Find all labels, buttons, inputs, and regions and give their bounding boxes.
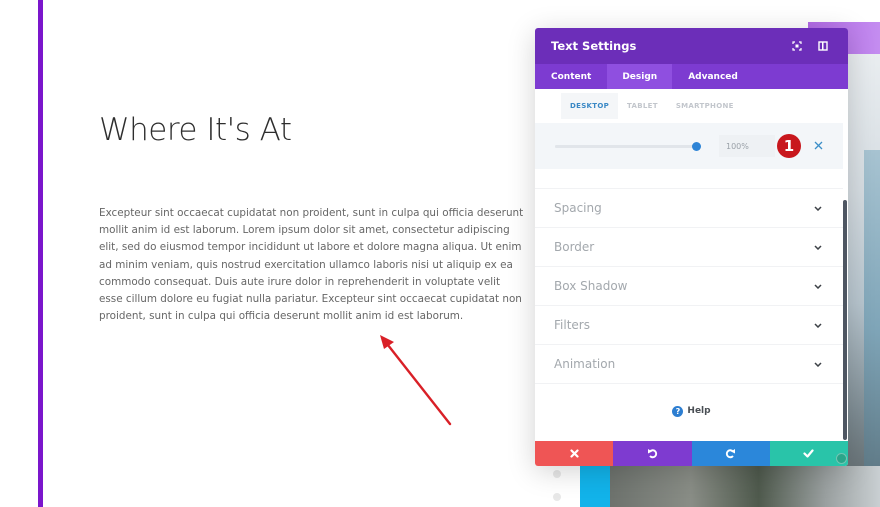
section-label: Border [554, 240, 595, 254]
spacer [535, 169, 843, 189]
device-tabs: DESKTOP TABLET SMARTPHONE [535, 89, 848, 123]
section-filters[interactable]: Filters [535, 306, 843, 345]
panel-footer [535, 441, 848, 466]
opacity-setting-row: 1 [535, 123, 843, 169]
page-title: Where It's At [99, 112, 292, 148]
chevron-down-icon [813, 360, 823, 368]
background-cyan-block [580, 466, 610, 507]
discard-button[interactable] [535, 441, 614, 466]
section-label: Spacing [554, 201, 602, 215]
panel-scrollbar[interactable] [843, 200, 847, 440]
tab-content[interactable]: Content [535, 64, 607, 89]
reset-icon[interactable] [811, 138, 825, 152]
panel-tabs: Content Design Advanced [535, 64, 848, 89]
text-settings-panel: Text Settings Content Design Advanced DE… [535, 28, 848, 466]
help-label: Help [687, 406, 711, 416]
check-icon [803, 449, 814, 458]
page-canvas: Where It's At Excepteur sint occaecat cu… [0, 0, 880, 507]
range-value-input[interactable] [719, 135, 775, 157]
section-label: Animation [554, 357, 616, 371]
close-icon [570, 449, 579, 458]
tab-design[interactable]: Design [607, 64, 673, 89]
section-animation[interactable]: Animation [535, 345, 843, 384]
range-slider[interactable] [555, 142, 701, 151]
background-tower-image [864, 150, 880, 507]
sidebar-toggle-icon[interactable] [814, 37, 832, 55]
undo-icon [647, 449, 657, 459]
chevron-down-icon [813, 282, 823, 290]
panel-header: Text Settings [535, 28, 848, 64]
chevron-down-icon [813, 321, 823, 329]
section-border[interactable]: Border [535, 228, 843, 267]
device-tab-tablet[interactable]: TABLET [618, 93, 667, 119]
step-badge: 1 [777, 134, 801, 158]
undo-button[interactable] [613, 441, 692, 466]
save-button[interactable] [769, 441, 848, 466]
resize-handle[interactable] [836, 453, 847, 464]
section-box-shadow[interactable]: Box Shadow [535, 267, 843, 306]
device-tab-smartphone[interactable]: SMARTPHONE [667, 93, 743, 119]
panel-title: Text Settings [551, 39, 637, 53]
chevron-down-icon [813, 204, 823, 212]
text-module-body[interactable]: Excepteur sint occaecat cupidatat non pr… [99, 205, 525, 325]
section-spacing[interactable]: Spacing [535, 189, 843, 228]
slider-dot[interactable] [553, 493, 561, 501]
help-link[interactable]: ? Help [535, 384, 848, 438]
device-tab-desktop[interactable]: DESKTOP [561, 93, 619, 119]
tab-advanced[interactable]: Advanced [672, 64, 754, 89]
range-slider-thumb[interactable] [692, 142, 701, 151]
range-slider-fill [555, 145, 696, 148]
chevron-down-icon [813, 243, 823, 251]
background-street-image [610, 466, 880, 507]
annotation-arrow [380, 335, 452, 426]
slider-dot[interactable] [553, 470, 561, 478]
accent-bar [38, 0, 43, 507]
focus-icon[interactable] [788, 37, 806, 55]
section-label: Filters [554, 318, 590, 332]
redo-icon [726, 449, 736, 459]
section-label: Box Shadow [554, 279, 628, 293]
help-icon: ? [672, 405, 684, 417]
redo-button[interactable] [691, 441, 770, 466]
